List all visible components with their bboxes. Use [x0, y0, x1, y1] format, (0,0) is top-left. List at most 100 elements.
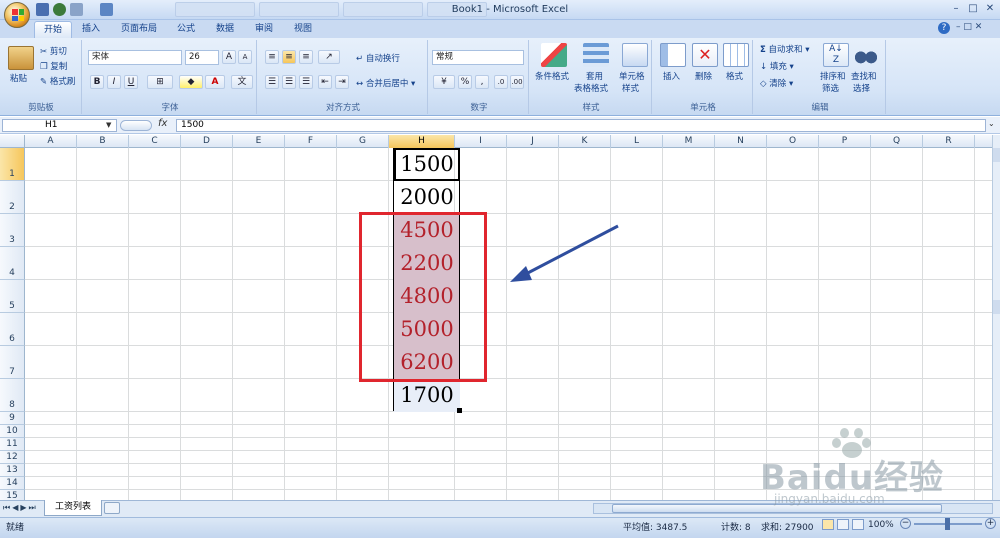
zoom-level[interactable]: 100% [868, 520, 894, 530]
align-center-icon[interactable]: ☰ [282, 75, 296, 89]
orientation-icon[interactable]: ↗ [318, 50, 340, 64]
column-header-O[interactable]: O [767, 135, 819, 148]
delete-cells-button[interactable]: 删除 [695, 70, 712, 82]
shrink-font-icon[interactable]: A [238, 50, 252, 64]
tab-review[interactable]: 审阅 [246, 21, 282, 38]
tab-insert[interactable]: 插入 [73, 21, 109, 38]
ribbon-window-controls[interactable]: – □ ✕ [956, 22, 996, 34]
percent-style-button[interactable]: % [458, 75, 472, 89]
insert-function-button[interactable]: fx [158, 118, 172, 132]
borders-icon[interactable]: ⊞ [147, 75, 173, 89]
row-header-4[interactable]: 4 [0, 247, 25, 280]
formula-input[interactable]: 1500 [176, 119, 986, 132]
bold-button[interactable]: B [90, 75, 104, 89]
column-header-P[interactable]: P [819, 135, 871, 148]
row-header-5[interactable]: 5 [0, 280, 25, 313]
name-box-dropdown-icon[interactable]: ▼ [106, 121, 111, 129]
accounting-format-icon[interactable]: ¥ [433, 75, 455, 89]
office-button[interactable] [4, 2, 30, 28]
increase-decimal-icon[interactable]: .0 [494, 75, 508, 89]
fill-button[interactable]: ↓ 填充 ▾ [760, 60, 794, 72]
cell-H1[interactable]: 1500 [394, 148, 460, 181]
cut-button[interactable]: ✂ 剪切 [40, 45, 67, 57]
format-cells-icon[interactable] [723, 43, 749, 67]
column-header-M[interactable]: M [663, 135, 715, 148]
close-icon[interactable]: ✕ [982, 3, 998, 15]
tab-formulas[interactable]: 公式 [168, 21, 204, 38]
undo-icon[interactable] [53, 3, 66, 16]
format-painter-button[interactable]: ✎ 格式刷 [40, 75, 75, 87]
cell-styles-icon[interactable] [622, 43, 648, 67]
autosum-button[interactable]: Σ 自动求和 ▾ [760, 43, 810, 55]
column-header-I[interactable]: I [455, 135, 507, 148]
minimize-icon[interactable]: – [948, 3, 964, 15]
row-header-6[interactable]: 6 [0, 313, 25, 346]
sort-filter-label-2[interactable]: 筛选 [822, 82, 839, 94]
fill-handle[interactable] [457, 408, 462, 413]
align-bottom-icon[interactable]: ≡ [299, 50, 313, 64]
scroll-up-icon[interactable] [993, 148, 1000, 162]
cell-H8[interactable]: 1700 [394, 379, 460, 412]
align-right-icon[interactable]: ☰ [299, 75, 313, 89]
column-header-L[interactable]: L [611, 135, 663, 148]
insert-cells-icon[interactable] [660, 43, 686, 67]
row-header-8[interactable]: 8 [0, 379, 25, 412]
find-select-label-1[interactable]: 查找和 [851, 70, 877, 82]
restore-icon[interactable]: □ [965, 3, 981, 15]
sort-filter-label-1[interactable]: 排序和 [820, 70, 846, 82]
normal-view-icon[interactable] [822, 519, 834, 530]
cell-styles-label-1[interactable]: 单元格 [619, 70, 645, 82]
font-size-select[interactable]: 26 [185, 50, 219, 65]
clear-button[interactable]: ◇ 清除 ▾ [760, 77, 793, 89]
zoom-in-icon[interactable]: + [985, 518, 996, 529]
row-header-12[interactable]: 12 [0, 451, 25, 464]
sheet-navigation-icons[interactable]: ⏮◀▶⏭ [3, 503, 38, 513]
save-icon[interactable] [36, 3, 49, 16]
row-header-13[interactable]: 13 [0, 464, 25, 477]
column-header-C[interactable]: C [129, 135, 181, 148]
tab-home[interactable]: 开始 [34, 21, 73, 38]
decrease-decimal-icon[interactable]: .00 [510, 75, 524, 89]
column-header-Q[interactable]: Q [871, 135, 923, 148]
cell-styles-label-2[interactable]: 样式 [622, 82, 639, 94]
phonetic-icon[interactable]: 文 [231, 75, 253, 89]
find-select-label-2[interactable]: 选择 [853, 82, 870, 94]
merge-center-button[interactable]: ↔ 合并后居中 ▾ [356, 77, 415, 89]
font-name-select[interactable]: 宋体 [88, 50, 182, 65]
format-as-table-label-2[interactable]: 表格格式 [574, 82, 608, 94]
formula-bar-collapse-icon[interactable] [120, 120, 152, 131]
sheet-tab[interactable]: 工资列表 [44, 500, 102, 516]
row-header-3[interactable]: 3 [0, 214, 25, 247]
page-break-view-icon[interactable] [852, 519, 864, 530]
page-layout-view-icon[interactable] [837, 519, 849, 530]
select-all-button[interactable] [0, 135, 25, 148]
sort-filter-icon[interactable]: A↓ Z [823, 43, 849, 67]
align-top-icon[interactable]: ≡ [265, 50, 279, 64]
tab-view[interactable]: 视图 [285, 21, 321, 38]
increase-indent-icon[interactable]: ⇥ [335, 75, 349, 89]
copy-button[interactable]: ❐ 复制 [40, 60, 67, 72]
wrap-text-button[interactable]: ↵ 自动换行 [356, 52, 400, 64]
column-header-K[interactable]: K [559, 135, 611, 148]
insert-cells-button[interactable]: 插入 [663, 70, 680, 82]
row-header-7[interactable]: 7 [0, 346, 25, 379]
redo-icon[interactable] [100, 3, 113, 16]
column-header-R[interactable]: R [923, 135, 975, 148]
format-as-table-label-1[interactable]: 套用 [586, 70, 603, 82]
customize-quick-access-icon[interactable] [70, 3, 83, 16]
binoculars-icon[interactable] [853, 43, 879, 67]
row-header-14[interactable]: 14 [0, 477, 25, 490]
name-box[interactable]: H1 [2, 119, 117, 132]
font-color-icon[interactable]: A [205, 75, 225, 89]
zoom-out-icon[interactable]: − [900, 518, 911, 529]
column-header-A[interactable]: A [25, 135, 77, 148]
underline-button[interactable]: U [124, 75, 138, 89]
format-as-table-icon[interactable] [583, 43, 609, 67]
tab-data[interactable]: 数据 [207, 21, 243, 38]
scroll-thumb[interactable] [993, 300, 1000, 314]
column-header-J[interactable]: J [507, 135, 559, 148]
expand-formula-bar-icon[interactable]: ⌄ [988, 119, 995, 128]
decrease-indent-icon[interactable]: ⇤ [318, 75, 332, 89]
column-header-B[interactable]: B [77, 135, 129, 148]
help-icon[interactable]: ? [938, 22, 950, 34]
